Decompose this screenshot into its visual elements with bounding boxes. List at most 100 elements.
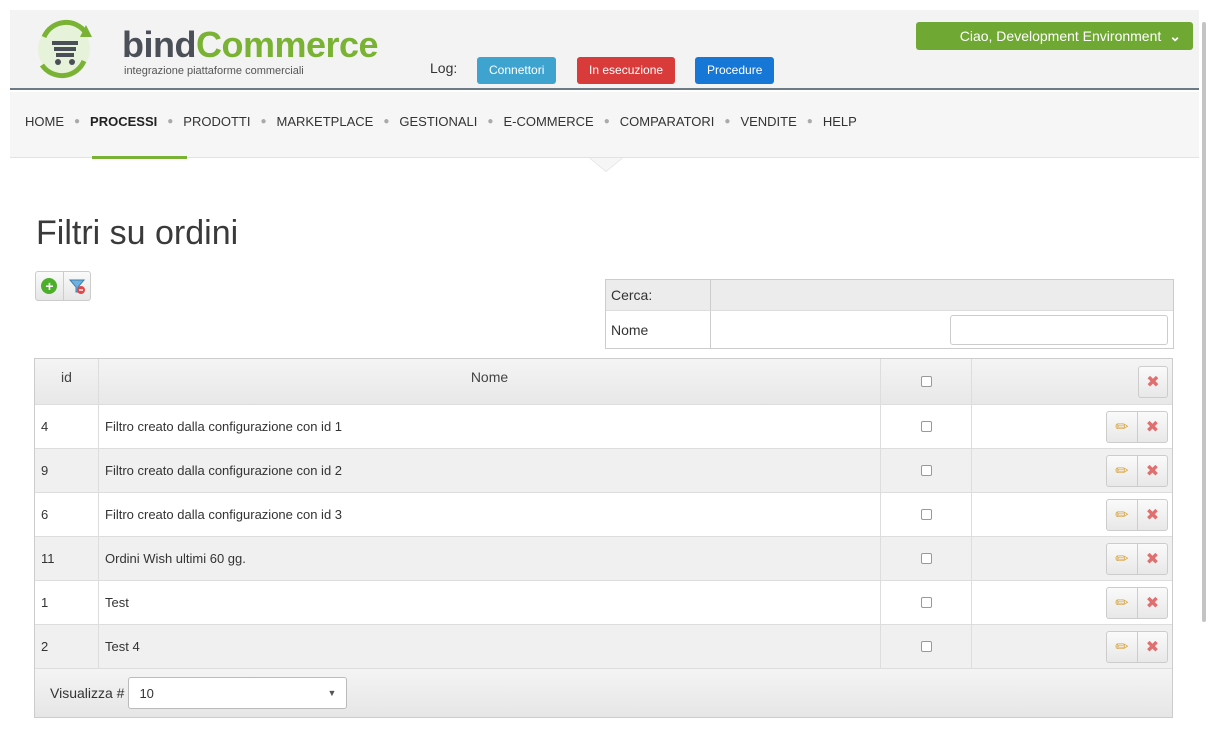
nav-separator: ● (383, 115, 390, 127)
table-row: 4 Filtro creato dalla configurazione con… (35, 404, 1172, 448)
search-panel: Cerca: Nome (605, 279, 1174, 349)
edit-button[interactable]: ✏ (1107, 456, 1137, 486)
nav-separator: ● (724, 115, 731, 127)
delete-button[interactable]: ✖ (1137, 411, 1167, 442)
nav-item-prodotti[interactable]: PRODOTTI (183, 114, 250, 129)
row-name: Filtro creato dalla configurazione con i… (99, 449, 881, 492)
column-header-id[interactable]: id (35, 359, 99, 404)
delete-button[interactable]: ✖ (1137, 499, 1167, 530)
close-icon: ✖ (1145, 506, 1160, 524)
page-size-label: Visualizza # (50, 685, 125, 701)
page-title: Filtri su ordini (36, 214, 239, 252)
row-checkbox[interactable] (920, 465, 932, 476)
row-checkbox[interactable] (920, 421, 932, 432)
log-in-esecuzione-button[interactable]: In esecuzione (577, 57, 676, 84)
nav-caret (590, 158, 622, 171)
row-id: 2 (35, 625, 99, 668)
dropdown-arrow-icon: ▼ (327, 688, 337, 698)
nav-item-vendite[interactable]: VENDITE (740, 114, 796, 129)
nav-item-marketplace[interactable]: MARKETPLACE (277, 114, 374, 129)
add-filter-button[interactable]: + (36, 272, 63, 300)
table-row: 2 Test 4 ✏ ✖ (35, 624, 1172, 668)
row-action-group: ✏ ✖ (1106, 630, 1168, 663)
row-select-cell (881, 405, 972, 448)
page-size-select[interactable]: 10 ▼ (128, 677, 348, 709)
pencil-icon: ✏ (1115, 594, 1129, 612)
nav-item-processi[interactable]: PROCESSI (90, 114, 157, 129)
filter-remove-icon (68, 279, 85, 294)
log-label: Log: (430, 60, 458, 76)
nav-separator: ● (806, 115, 813, 127)
row-checkbox[interactable] (920, 641, 932, 652)
row-name: Test (99, 581, 881, 624)
delete-button[interactable]: ✖ (1137, 631, 1167, 662)
pencil-icon: ✏ (1115, 550, 1129, 568)
row-id: 4 (35, 405, 99, 448)
select-all-checkbox[interactable] (920, 376, 932, 387)
row-actions: ✏ ✖ (972, 493, 1172, 536)
row-action-group: ✏ ✖ (1106, 410, 1168, 443)
delete-button[interactable]: ✖ (1137, 455, 1167, 486)
search-header-label: Cerca: (606, 280, 711, 310)
row-checkbox[interactable] (920, 509, 932, 520)
delete-selected-button[interactable]: ✖ (1138, 365, 1168, 398)
close-icon: ✖ (1146, 373, 1160, 391)
app-header: bindCommerce integrazione piattaforme co… (10, 10, 1199, 90)
table-row: 1 Test ✏ ✖ (35, 580, 1172, 624)
search-name-input[interactable] (950, 314, 1168, 345)
delete-button[interactable]: ✖ (1137, 587, 1167, 618)
row-name: Filtro creato dalla configurazione con i… (99, 493, 881, 536)
edit-button[interactable]: ✏ (1107, 588, 1137, 618)
row-name: Test 4 (99, 625, 881, 668)
brand-logo[interactable]: bindCommerce integrazione piattaforme co… (34, 19, 379, 79)
log-procedure-button[interactable]: Procedure (695, 57, 775, 84)
row-actions: ✏ ✖ (972, 581, 1172, 624)
bulk-actions-cell: ✖ (972, 359, 1172, 404)
close-icon: ✖ (1145, 462, 1160, 480)
edit-button[interactable]: ✏ (1107, 500, 1137, 530)
toolbar: + (35, 271, 91, 301)
edit-button[interactable]: ✏ (1107, 632, 1137, 662)
table-row: 9 Filtro creato dalla configurazione con… (35, 448, 1172, 492)
column-header-nome[interactable]: Nome (99, 359, 881, 404)
nav-item-comparatori[interactable]: COMPARATORI (620, 114, 715, 129)
nav-item-gestionali[interactable]: GESTIONALI (399, 114, 477, 129)
clear-filter-button[interactable] (62, 272, 90, 300)
select-all-cell (881, 359, 972, 404)
page-scrollbar[interactable] (1199, 0, 1209, 739)
nav-separator: ● (260, 115, 267, 127)
row-id: 11 (35, 537, 99, 580)
user-menu-label: Ciao, Development Environment (959, 28, 1162, 44)
delete-button[interactable]: ✖ (1137, 543, 1167, 574)
row-actions: ✏ ✖ (972, 405, 1172, 448)
close-icon: ✖ (1145, 418, 1160, 436)
table-header: id Nome ✖ (35, 359, 1172, 404)
search-name-row: Nome (606, 310, 1173, 348)
row-id: 9 (35, 449, 99, 492)
pencil-icon: ✏ (1115, 506, 1129, 524)
nav-item-help[interactable]: HELP (823, 114, 857, 129)
row-checkbox[interactable] (920, 597, 932, 608)
page-size-value: 10 (139, 685, 154, 701)
row-select-cell (881, 581, 972, 624)
edit-button[interactable]: ✏ (1107, 544, 1137, 574)
nav-item-e-commerce[interactable]: E-COMMERCE (503, 114, 593, 129)
row-id: 6 (35, 493, 99, 536)
search-header-fill (711, 280, 1173, 310)
table-footer: Visualizza # 10 ▼ (35, 668, 1172, 717)
row-select-cell (881, 449, 972, 492)
row-action-group: ✏ ✖ (1106, 454, 1168, 487)
row-action-group: ✏ ✖ (1106, 542, 1168, 575)
pencil-icon: ✏ (1115, 638, 1129, 656)
user-menu-button[interactable]: Ciao, Development Environment ⌄ (916, 22, 1193, 50)
row-checkbox[interactable] (920, 553, 932, 564)
row-actions: ✏ ✖ (972, 625, 1172, 668)
plus-icon: + (41, 278, 58, 294)
row-id: 1 (35, 581, 99, 624)
edit-button[interactable]: ✏ (1107, 412, 1137, 442)
scrollbar-thumb[interactable] (1202, 22, 1206, 622)
log-connettori-button[interactable]: Connettori (477, 57, 557, 84)
nav-item-home[interactable]: HOME (25, 114, 64, 129)
filters-table: id Nome ✖ 4 Filtro creato dalla configur… (34, 358, 1173, 718)
nav-separator: ● (487, 115, 494, 127)
